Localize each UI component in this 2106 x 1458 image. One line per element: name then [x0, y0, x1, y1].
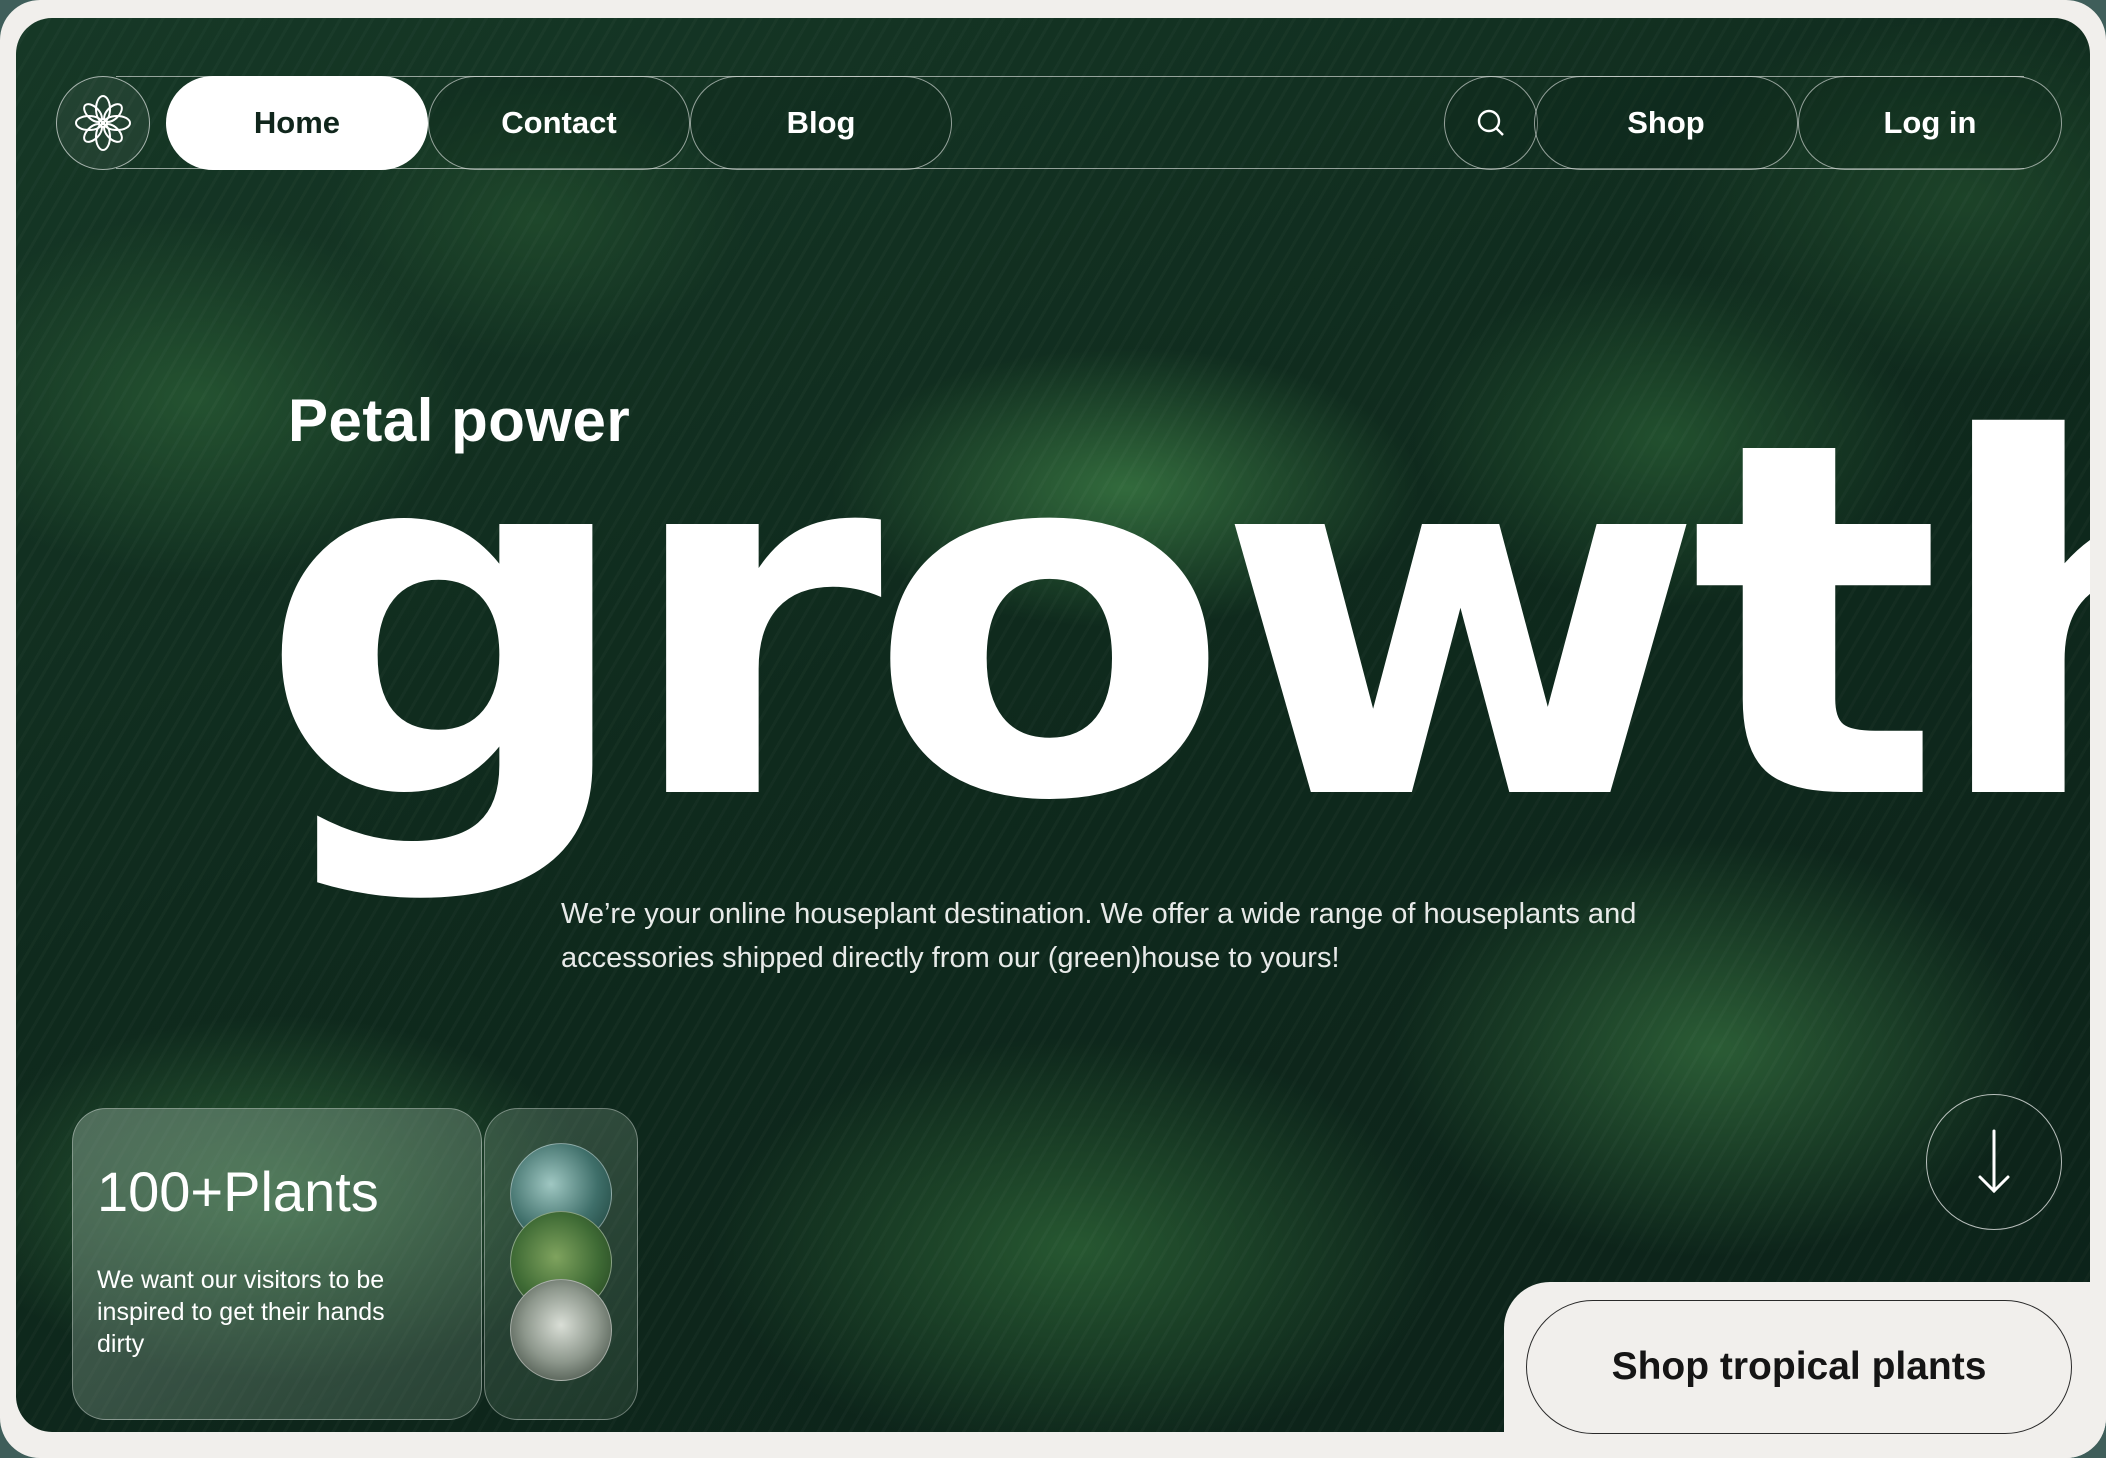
page-frame: Home Contact Blog Shop Log in Petal powe…: [0, 0, 2106, 1458]
plant-thumbnails: [484, 1108, 638, 1420]
hero-tagline: We’re your online houseplant destination…: [561, 898, 1637, 974]
nav-home-link[interactable]: Home: [166, 76, 428, 170]
nav-contact-link[interactable]: Contact: [428, 76, 690, 170]
hero-section: Home Contact Blog Shop Log in Petal powe…: [16, 18, 2090, 1432]
search-button[interactable]: [1444, 76, 1538, 170]
shop-tropical-plants-button[interactable]: Shop tropical plants: [1526, 1300, 2072, 1434]
login-button[interactable]: Log in: [1798, 76, 2062, 170]
plant-thumbnail-variegated[interactable]: [510, 1279, 612, 1381]
stats-description: We want our visitors to be inspired to g…: [97, 1266, 385, 1358]
nav-blog-link[interactable]: Blog: [690, 76, 952, 170]
search-icon: [1477, 109, 1504, 136]
stats-title: 100+Plants: [97, 1160, 379, 1223]
top-navigation: Home Contact Blog Shop Log in: [56, 76, 2064, 170]
hero-headline: growth: [258, 337, 2090, 908]
flower-logo-icon[interactable]: [56, 76, 150, 170]
arrow-down-icon: [1978, 1129, 2010, 1194]
scroll-down-button[interactable]: [1926, 1094, 2062, 1230]
shop-link[interactable]: Shop: [1534, 76, 1798, 170]
stats-card: 100+Plants We want our visitors to be in…: [72, 1108, 482, 1420]
